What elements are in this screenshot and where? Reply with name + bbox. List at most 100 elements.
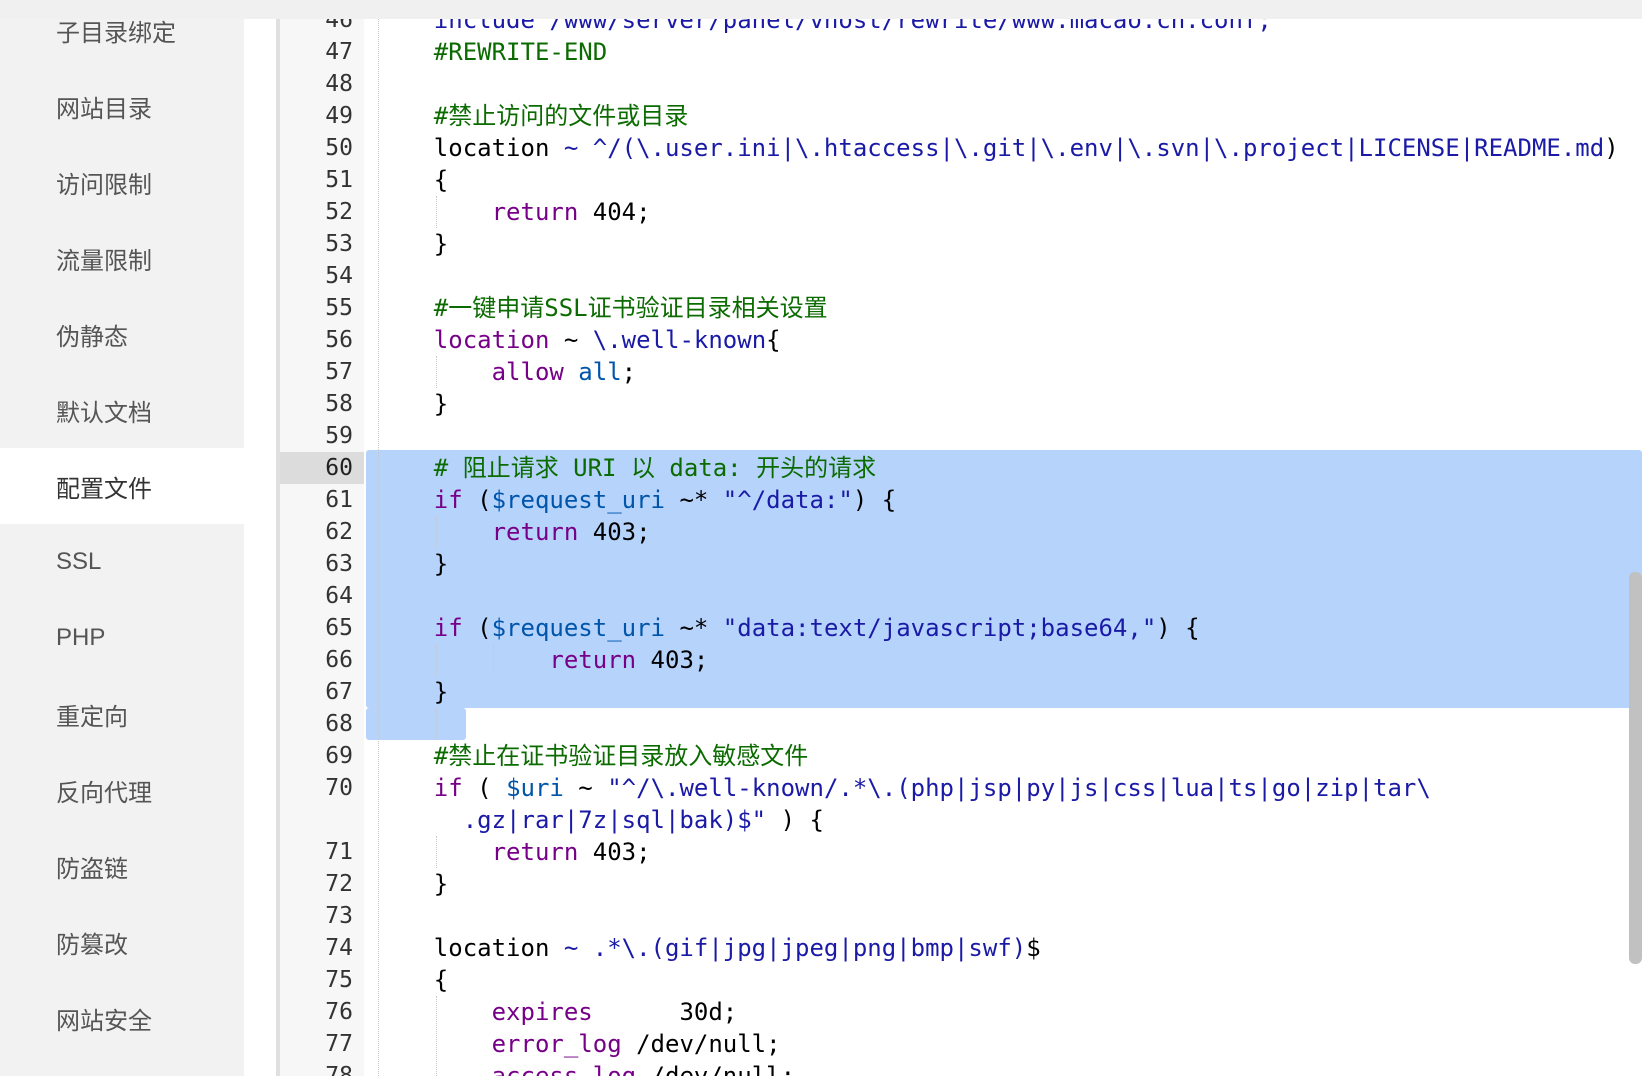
line-number: 50 — [325, 135, 353, 161]
sidebar-item-php[interactable]: PHP — [0, 600, 244, 676]
indent-guide — [435, 644, 437, 676]
sidebar-item-reverse-proxy[interactable]: 反向代理 — [0, 752, 244, 828]
code-line[interactable]: return 403; — [376, 644, 708, 676]
code-line[interactable]: if ($request_uri ~* "^/data:") { — [376, 484, 896, 516]
line-number: 72 — [325, 871, 353, 897]
code-token: ( — [462, 614, 492, 642]
line-number: 70 — [325, 775, 353, 801]
editor-scrollbar-thumb[interactable] — [1629, 572, 1642, 964]
code-token: $request_uri — [491, 614, 665, 642]
sidebar-item-site-directory[interactable]: 网站目录 — [0, 68, 244, 144]
sidebar-item-traffic-limit[interactable]: 流量限制 — [0, 220, 244, 296]
code-token: ) { — [766, 806, 824, 834]
code-token: ~* — [665, 614, 723, 642]
sidebar-item-access-limit[interactable]: 访问限制 — [0, 144, 244, 220]
code-token: return — [376, 646, 637, 674]
code-token: ~* — [665, 486, 723, 514]
indent-guide — [435, 196, 437, 228]
site-settings-sidebar: 子目录绑定 网站目录 访问限制 流量限制 伪静态 默认文档 配置文件 SSL PHP 重定向 反向代… — [0, 0, 244, 1076]
code-line[interactable]: location ~ \.well-known{ — [376, 324, 781, 356]
code-line[interactable]: #禁止访问的文件或目录 — [376, 100, 688, 132]
code-token: access_log — [376, 1062, 637, 1076]
code-token: .gz|rar|7z|sql|bak)$" — [376, 806, 767, 834]
code-token: } — [376, 390, 449, 418]
code-token: ~ — [563, 774, 608, 802]
code-line[interactable]: return 404; — [376, 196, 651, 228]
text-selection-highlight-tail — [366, 708, 466, 740]
code-line[interactable]: } — [376, 548, 448, 580]
sidebar-item-site-security[interactable]: 网站安全 — [0, 980, 244, 1056]
code-line[interactable]: error_log /dev/null; — [376, 1028, 781, 1060]
sidebar-item-default-document[interactable]: 默认文档 — [0, 372, 244, 448]
code-token: $uri — [506, 774, 564, 802]
code-token: $request_uri — [491, 486, 665, 514]
code-line[interactable]: { — [376, 964, 448, 996]
code-token: if — [376, 774, 463, 802]
code-token: if — [376, 486, 463, 514]
code-token: /dev/null; — [636, 1062, 796, 1076]
code-line[interactable]: if ($request_uri ~* "data:text/javascrip… — [376, 612, 1200, 644]
code-line[interactable]: #一键申请SSL证书验证目录相关设置 — [376, 292, 828, 324]
line-number: 59 — [325, 423, 353, 449]
indent-guide — [435, 356, 437, 388]
code-token: allow — [376, 358, 564, 386]
line-number: 69 — [325, 743, 353, 769]
line-number: 66 — [325, 647, 353, 673]
code-token: return — [376, 198, 579, 226]
line-number: 53 — [325, 231, 353, 257]
code-token: $ — [1026, 934, 1041, 962]
code-token: } — [376, 870, 449, 898]
line-number: 62 — [325, 519, 353, 545]
code-line[interactable]: .gz|rar|7z|sql|bak)$" ) { — [376, 804, 824, 836]
line-number: 56 — [325, 327, 353, 353]
line-number: 52 — [325, 199, 353, 225]
code-line[interactable]: } — [376, 228, 448, 260]
sidebar-item-ssl[interactable]: SSL — [0, 524, 244, 600]
code-line[interactable]: access_log /dev/null; — [376, 1060, 795, 1076]
code-token: expires — [376, 998, 593, 1026]
code-line[interactable]: location ~ ^/(\.user.ini|\.htaccess|\.gi… — [376, 132, 1619, 164]
code-token: } — [376, 678, 449, 706]
code-line[interactable]: if ( $uri ~ "^/\.well-known/.*\.(php|jsp… — [376, 772, 1431, 804]
code-line[interactable]: } — [376, 676, 448, 708]
code-token: location — [376, 934, 550, 962]
code-token: return — [376, 518, 579, 546]
sidebar-item-config-file[interactable]: 配置文件 — [0, 448, 244, 524]
config-file-editor[interactable]: 46 47 48 49 50 51 52 53 54 55 56 57 58 59 60 61 62 63 64 65… — [276, 0, 1642, 1076]
code-token: return — [376, 838, 579, 866]
indent-guide — [493, 644, 495, 676]
code-line[interactable]: # 阻止请求 URI 以 data: 开头的请求 — [376, 452, 876, 484]
code-line[interactable]: { — [376, 164, 448, 196]
code-token: if — [376, 614, 463, 642]
editor-left-border — [276, 0, 280, 1076]
line-number: 49 — [325, 103, 353, 129]
code-token: ) { — [852, 486, 897, 514]
code-token: # 阻止请求 URI 以 data: 开头的请求 — [376, 454, 877, 482]
sidebar-item-tamper-protection[interactable]: 防篡改 — [0, 904, 244, 980]
line-number: 61 — [325, 487, 353, 513]
code-token: "data:text/javascript;base64," — [722, 614, 1157, 642]
line-number: 55 — [325, 295, 353, 321]
code-line[interactable]: } — [376, 868, 448, 900]
sidebar-item-redirect[interactable]: 重定向 — [0, 676, 244, 752]
code-line[interactable]: location ~ .*\.(gif|jpg|jpeg|png|bmp|swf… — [376, 932, 1041, 964]
code-line[interactable]: } — [376, 388, 448, 420]
code-token: 404; — [578, 198, 651, 226]
code-line[interactable]: #REWRITE-END — [376, 36, 607, 68]
code-line[interactable]: expires 30d; — [376, 996, 738, 1028]
code-line[interactable]: return 403; — [376, 516, 651, 548]
code-token: 30d; — [592, 998, 738, 1026]
code-token: ~ ^/(\.user.ini|\.htaccess|\.git|\.env|\… — [549, 134, 1605, 162]
code-token: { — [376, 166, 449, 194]
sidebar-item-rewrite[interactable]: 伪静态 — [0, 296, 244, 372]
code-token: { — [376, 966, 449, 994]
code-line[interactable]: allow all; — [376, 356, 637, 388]
indent-guide — [435, 516, 437, 548]
code-line[interactable]: #禁止在证书验证目录放入敏感文件 — [376, 740, 808, 772]
indent-guide — [435, 708, 437, 740]
line-number: 73 — [325, 903, 353, 929]
code-token: { — [766, 326, 781, 354]
code-line[interactable]: return 403; — [376, 836, 651, 868]
indent-guide — [435, 836, 437, 868]
sidebar-item-hotlink-protection[interactable]: 防盗链 — [0, 828, 244, 904]
